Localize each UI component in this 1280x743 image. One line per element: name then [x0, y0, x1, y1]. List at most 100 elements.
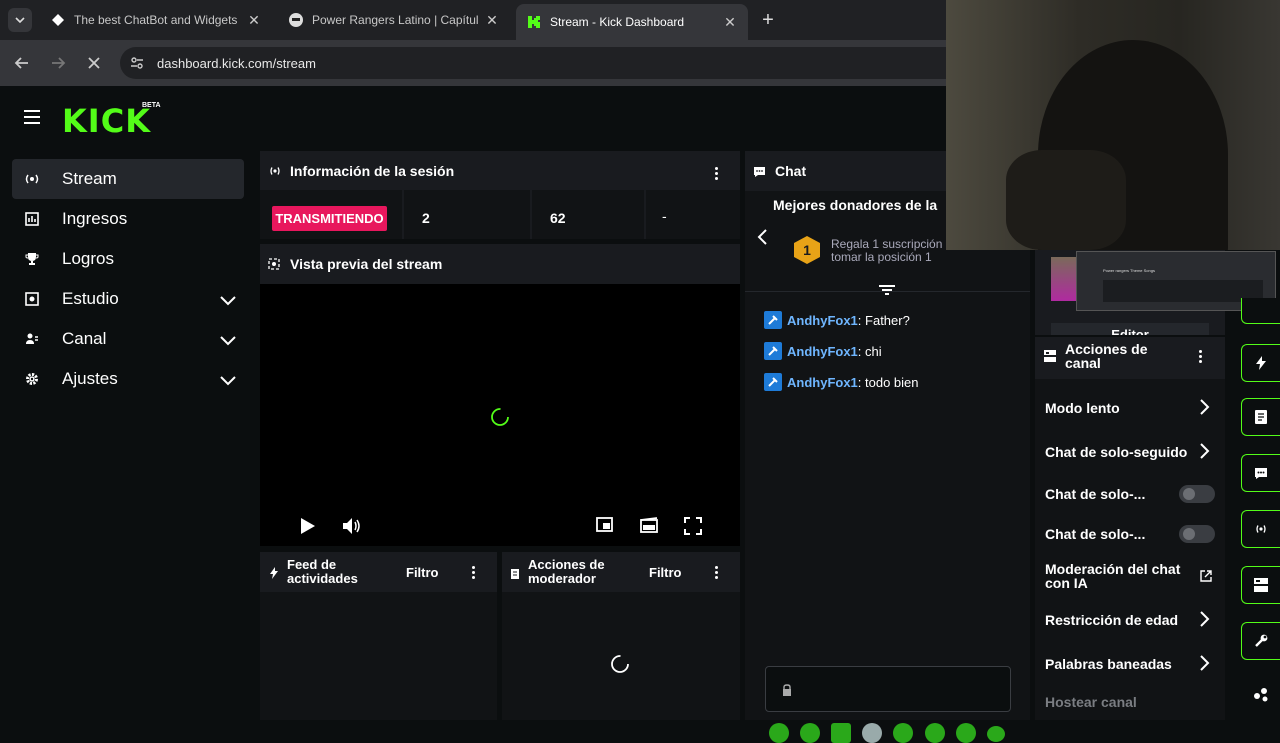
filter-button[interactable]: Filtro	[649, 565, 682, 580]
url-field[interactable]: dashboard.kick.com/stream	[120, 47, 980, 79]
subscribers-only-toggle[interactable]	[1179, 485, 1215, 503]
emote-icon[interactable]	[769, 723, 789, 743]
emote-icon[interactable]	[800, 723, 820, 743]
emote-icon[interactable]	[831, 723, 851, 743]
webcam-overlay	[946, 0, 1280, 250]
chat-message[interactable]: AndhyFox1 : todo bien	[764, 373, 919, 391]
chat-username[interactable]: AndhyFox1	[787, 344, 858, 359]
chat-button[interactable]	[1241, 454, 1280, 492]
age-restriction-item[interactable]: Restricción de edad	[1045, 612, 1178, 628]
emote-only-toggle[interactable]	[1179, 525, 1215, 543]
close-tab-icon[interactable]: ✕	[722, 14, 738, 31]
tab-chatbot[interactable]: The best ChatBot and Widgets f ✕	[40, 6, 272, 34]
chevron-left-icon[interactable]	[757, 229, 767, 250]
slow-mode-item[interactable]: Modo lento	[1045, 400, 1120, 416]
chat-message[interactable]: AndhyFox1 : chi	[764, 342, 882, 360]
new-tab-button[interactable]: +	[758, 8, 778, 32]
editor-button[interactable]: Editor	[1051, 323, 1209, 335]
back-arrow-icon[interactable]	[12, 53, 32, 78]
lightning-icon	[270, 566, 278, 584]
close-tab-icon[interactable]: ✕	[484, 12, 500, 29]
sidebar-item-estudio[interactable]: Estudio	[12, 279, 244, 319]
channel-actions-button[interactable]	[1241, 566, 1280, 604]
more-options-icon[interactable]	[715, 167, 719, 182]
tab-power-rangers[interactable]: Power Rangers Latino | Capítulo ✕	[278, 6, 510, 34]
chat-username[interactable]: AndhyFox1	[787, 313, 858, 328]
emote-icon[interactable]	[925, 723, 945, 743]
chevron-right-icon[interactable]	[1200, 611, 1210, 632]
quick-actions-button[interactable]	[1241, 344, 1280, 382]
more-options-icon[interactable]	[1199, 350, 1203, 365]
play-icon[interactable]	[300, 517, 316, 540]
chevron-down-icon[interactable]	[220, 371, 236, 391]
video-player[interactable]	[260, 284, 740, 546]
trophy-icon	[22, 252, 42, 266]
expand-pinned-icon[interactable]	[879, 284, 895, 302]
loading-spinner-icon	[490, 407, 510, 432]
moderator-badge-icon	[764, 311, 782, 329]
rail-button[interactable]	[1241, 298, 1280, 324]
tab-search-button[interactable]	[8, 8, 32, 32]
tab-kick-dashboard[interactable]: Stream - Kick Dashboard ✕	[516, 4, 748, 40]
apps-icon[interactable]	[1253, 688, 1269, 707]
theater-mode-icon[interactable]	[640, 517, 658, 538]
banned-words-item[interactable]: Palabras baneadas	[1045, 656, 1172, 672]
url-text: dashboard.kick.com/stream	[157, 56, 316, 71]
chart-icon	[22, 212, 42, 226]
chevron-right-icon[interactable]	[1200, 443, 1210, 464]
sidebar-item-ingresos[interactable]: Ingresos	[12, 199, 244, 239]
action-label: Moderación del chat	[1045, 561, 1181, 577]
ai-moderation-item[interactable]: Moderación del chat con IA	[1045, 562, 1180, 590]
action-label: Chat de solo-seguido	[1045, 444, 1188, 460]
title-line: actividades	[287, 571, 358, 586]
gift-subscription-prompt[interactable]: Regala 1 suscripción tomar la posición 1	[831, 238, 942, 264]
emote-icon[interactable]	[956, 723, 976, 743]
chevron-right-icon[interactable]	[1200, 655, 1210, 676]
volume-icon[interactable]	[342, 517, 362, 540]
tab-title: The best ChatBot and Widgets f	[74, 13, 240, 27]
sidebar-item-label: Logros	[62, 249, 114, 268]
picture-in-picture-icon[interactable]	[596, 517, 614, 538]
activity-header: Feed de actividades Filtro	[260, 552, 497, 592]
emote-only-item[interactable]: Chat de solo-...	[1045, 526, 1145, 542]
stop-loading-icon[interactable]	[84, 53, 104, 78]
subscribers-only-item[interactable]: Chat de solo-...	[1045, 486, 1145, 502]
emote-icon[interactable]	[987, 726, 1005, 742]
chevron-down-icon[interactable]	[220, 331, 236, 351]
session-info-button[interactable]	[1241, 510, 1280, 548]
chat-username[interactable]: AndhyFox1	[787, 375, 858, 390]
sidebar-item-canal[interactable]: Canal	[12, 319, 244, 359]
more-options-icon[interactable]	[472, 566, 476, 581]
sidebar-item-ajustes[interactable]: Ajustes	[12, 359, 244, 399]
session-info-panel: Información de la sesión TRANSMITIENDO 2…	[260, 151, 740, 239]
emote-icon[interactable]	[862, 723, 882, 743]
tools-button[interactable]	[1241, 622, 1280, 660]
sidebar-item-stream[interactable]: Stream	[12, 159, 244, 199]
filter-button[interactable]: Filtro	[406, 565, 439, 580]
sidebar-item-label: Ajustes	[62, 369, 118, 388]
chat-message[interactable]: AndhyFox1 : Father?	[764, 311, 910, 329]
host-channel-item[interactable]: Hostear canal	[1045, 694, 1137, 710]
more-options-icon[interactable]	[715, 566, 719, 581]
panel-title: Acciones de moderador	[528, 558, 605, 586]
chevron-down-icon[interactable]	[220, 291, 236, 311]
kick-logo[interactable]: KICK BETA	[62, 102, 161, 140]
chat-input[interactable]	[765, 666, 1011, 712]
hamburger-menu-icon[interactable]	[24, 110, 40, 129]
panel-title: Chat	[775, 163, 807, 179]
chevron-right-icon[interactable]	[1200, 399, 1210, 420]
external-link-icon[interactable]	[1200, 569, 1212, 587]
sidebar-item-label: Stream	[62, 169, 117, 188]
notes-button[interactable]	[1241, 398, 1280, 436]
site-settings-icon[interactable]	[129, 55, 145, 76]
fullscreen-icon[interactable]	[684, 517, 702, 540]
close-tab-icon[interactable]: ✕	[246, 12, 262, 29]
activity-feed-body	[260, 592, 497, 720]
followers-only-item[interactable]: Chat de solo-seguido	[1045, 444, 1190, 460]
forward-arrow-icon[interactable]	[48, 53, 68, 78]
panel-title: Acciones de canal	[1065, 342, 1147, 370]
emote-icon[interactable]	[893, 723, 913, 743]
studio-icon	[22, 292, 42, 306]
sidebar-item-logros[interactable]: Logros	[12, 239, 244, 279]
action-label: Palabras baneadas	[1045, 656, 1172, 672]
